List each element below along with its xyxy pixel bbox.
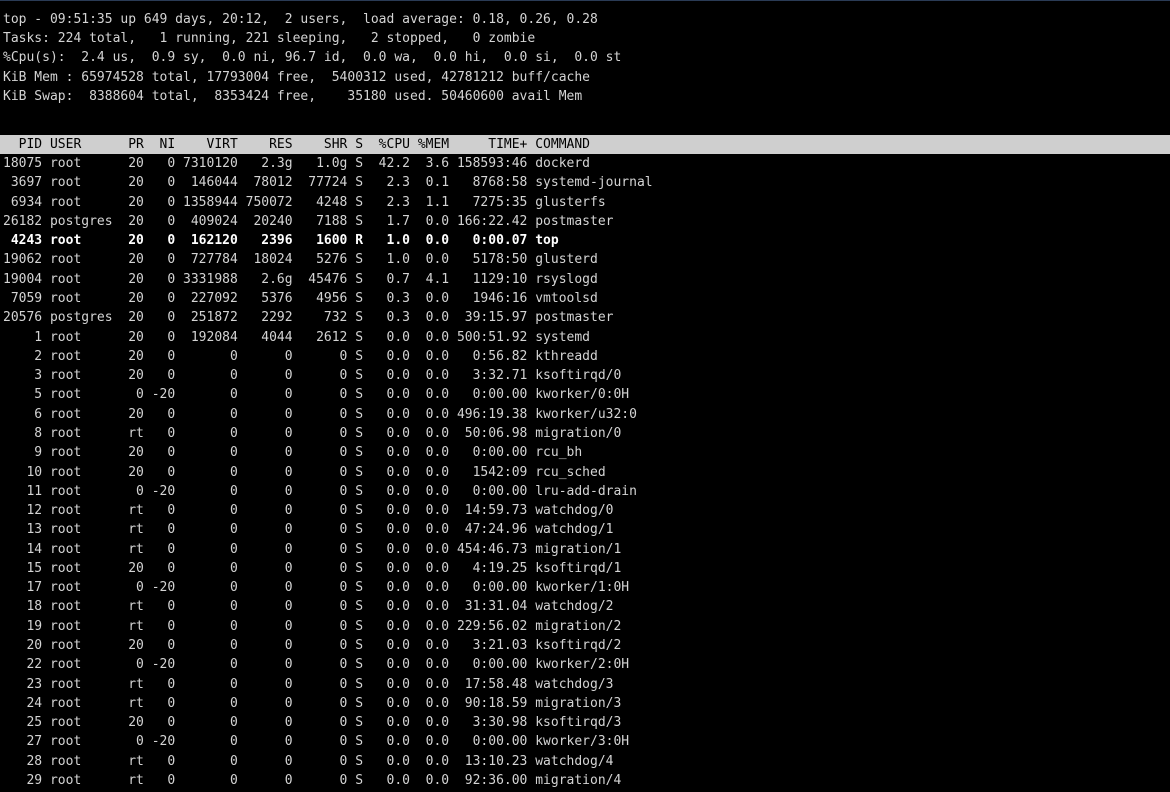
column-headers: PID USER PR NI VIRT RES SHR S %CPU %MEM … [3, 137, 590, 152]
tasks-line: Tasks: 224 total, 1 running, 221 sleepin… [3, 31, 536, 46]
process-row: 6 root 20 0 0 0 0 S 0.0 0.0 496:19.38 kw… [3, 406, 637, 422]
swap-line: KiB Swap: 8388604 total, 8353424 free, 3… [3, 89, 583, 104]
process-row: 10 root 20 0 0 0 0 S 0.0 0.0 1542:09 rcu… [3, 464, 606, 480]
process-row: 7059 root 20 0 227092 5376 4956 S 0.3 0.… [3, 291, 598, 306]
process-row: 8 root rt 0 0 0 0 S 0.0 0.0 50:06.98 mig… [3, 425, 622, 441]
process-row: 4243 root 20 0 162120 2396 1600 R 1.0 0.… [3, 233, 559, 249]
process-row: 12 root rt 0 0 0 0 S 0.0 0.0 14:59.73 wa… [3, 503, 614, 518]
process-row: 9 root 20 0 0 0 0 S 0.0 0.0 0:00.00 rcu_… [3, 445, 583, 461]
process-row: 27 root 0 -20 0 0 0 S 0.0 0.0 0:00.00 kw… [3, 734, 630, 750]
process-row: 13 root rt 0 0 0 0 S 0.0 0.0 47:24.96 wa… [3, 522, 614, 538]
process-row: 2 root 20 0 0 0 0 S 0.0 0.0 0:56.82 kthr… [3, 348, 598, 364]
cpu-line: %Cpu(s): 2.4 us, 0.9 sy, 0.0 ni, 96.7 id… [3, 50, 622, 65]
process-row: 25 root 20 0 0 0 0 S 0.0 0.0 3:30.98 kso… [3, 715, 622, 731]
process-row: 3697 root 20 0 146044 78012 77724 S 2.3 … [3, 175, 653, 191]
process-row: 14 root rt 0 0 0 0 S 0.0 0.0 454:46.73 m… [3, 541, 622, 557]
uptime-line: top - 09:51:35 up 649 days, 20:12, 2 use… [3, 12, 598, 27]
process-row: 28 root rt 0 0 0 0 S 0.0 0.0 13:10.23 wa… [3, 753, 614, 769]
process-row: 23 root rt 0 0 0 0 S 0.0 0.0 17:58.48 wa… [3, 676, 614, 692]
process-row: 1 root 20 0 192084 4044 2612 S 0.0 0.0 5… [3, 329, 590, 345]
mem-line: KiB Mem : 65974528 total, 17793004 free,… [3, 70, 590, 85]
process-row: 26182 postgres 20 0 409024 20240 7188 S … [3, 213, 614, 229]
process-row: 20 root 20 0 0 0 0 S 0.0 0.0 3:21.03 kso… [3, 638, 622, 653]
process-row: 29 root rt 0 0 0 0 S 0.0 0.0 92:36.00 mi… [3, 773, 622, 788]
process-row: 22 root 0 -20 0 0 0 S 0.0 0.0 0:00.00 kw… [3, 657, 630, 673]
process-row: 3 root 20 0 0 0 0 S 0.0 0.0 3:32.71 ksof… [3, 368, 622, 384]
process-row: 19 root rt 0 0 0 0 S 0.0 0.0 229:56.02 m… [3, 618, 622, 634]
process-row: 19004 root 20 0 3331988 2.6g 45476 S 0.7… [3, 271, 598, 287]
process-row: 18075 root 20 0 7310120 2.3g 1.0g S 42.2… [3, 156, 590, 171]
process-row: 19062 root 20 0 727784 18024 5276 S 1.0 … [3, 252, 598, 268]
process-row: 6934 root 20 0 1358944 750072 4248 S 2.3… [3, 194, 606, 210]
process-table-header: PID USER PR NI VIRT RES SHR S %CPU %MEM … [0, 135, 1170, 154]
process-row: 24 root rt 0 0 0 0 S 0.0 0.0 90:18.59 mi… [3, 695, 622, 711]
process-row: 11 root 0 -20 0 0 0 S 0.0 0.0 0:00.00 lr… [3, 483, 637, 499]
process-row: 5 root 0 -20 0 0 0 S 0.0 0.0 0:00.00 kwo… [3, 387, 630, 403]
process-row: 17 root 0 -20 0 0 0 S 0.0 0.0 0:00.00 kw… [3, 580, 630, 596]
terminal-window[interactable]: top - 09:51:35 up 649 days, 20:12, 2 use… [0, 0, 1170, 792]
process-row: 15 root 20 0 0 0 0 S 0.0 0.0 4:19.25 kso… [3, 560, 622, 576]
process-row: 20576 postgres 20 0 251872 2292 732 S 0.… [3, 310, 614, 326]
process-row: 18 root rt 0 0 0 0 S 0.0 0.0 31:31.04 wa… [3, 599, 614, 615]
